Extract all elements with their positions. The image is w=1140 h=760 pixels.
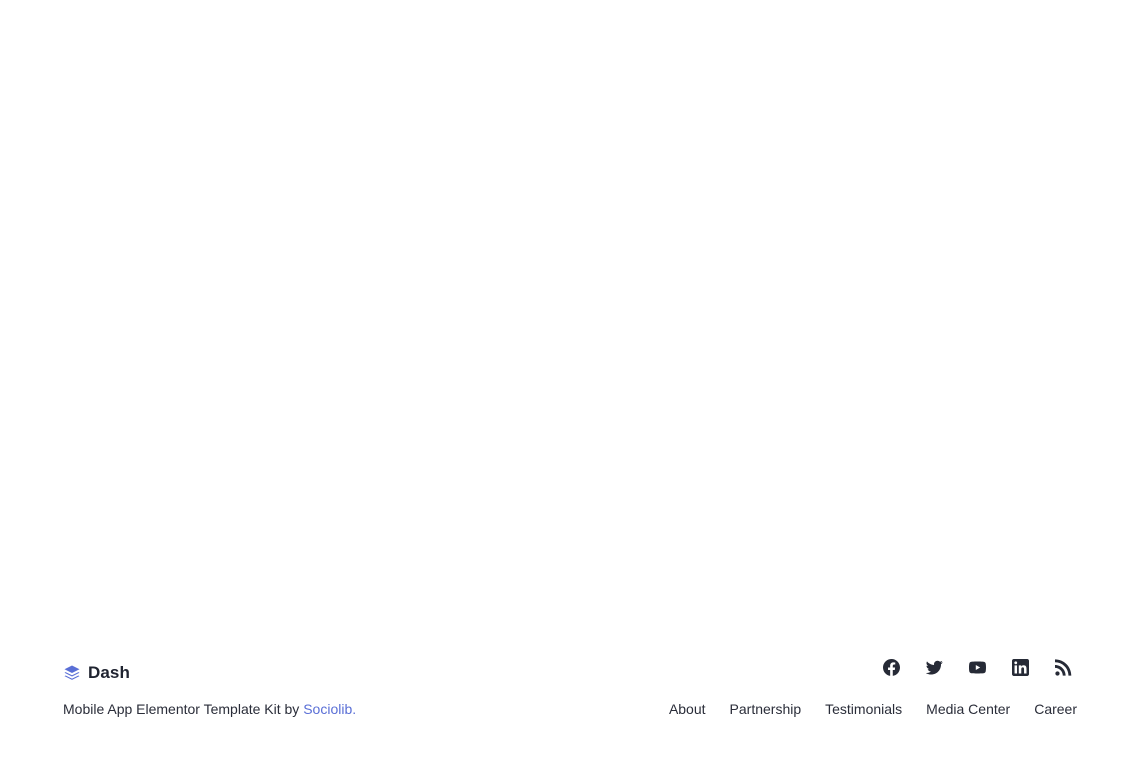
brand-logo-link[interactable]: Dash [63,662,130,684]
page: Dash Mobile App Elementor Template Kit b… [0,0,1140,760]
credit-link[interactable]: Sociolib. [303,701,356,717]
linkedin-link[interactable] [1011,658,1029,676]
footer-nav-media-center[interactable]: Media Center [926,701,1010,717]
youtube-icon [968,661,986,673]
facebook-link[interactable] [882,658,900,676]
linkedin-icon [1011,658,1029,676]
layers-icon [63,664,81,682]
social-links [882,658,1072,676]
footer-nav-about[interactable]: About [669,701,706,717]
brand-name: Dash [88,663,130,682]
credit-text: Mobile App Elementor Template Kit by Soc… [63,701,356,717]
footer-nav-testimonials[interactable]: Testimonials [825,701,902,717]
facebook-icon [882,658,900,676]
youtube-link[interactable] [968,658,986,676]
rss-link[interactable] [1054,658,1072,676]
main-content-area [0,0,1140,630]
twitter-link[interactable] [925,658,943,676]
footer-nav-partnership[interactable]: Partnership [730,701,802,717]
site-footer: Dash Mobile App Elementor Template Kit b… [0,640,1140,750]
credit-prefix: Mobile App Elementor Template Kit by [63,701,304,717]
footer-nav-career[interactable]: Career [1034,701,1077,717]
footer-nav: About Partnership Testimonials Media Cen… [669,701,1077,717]
rss-icon [1054,658,1071,676]
twitter-icon [925,660,943,675]
